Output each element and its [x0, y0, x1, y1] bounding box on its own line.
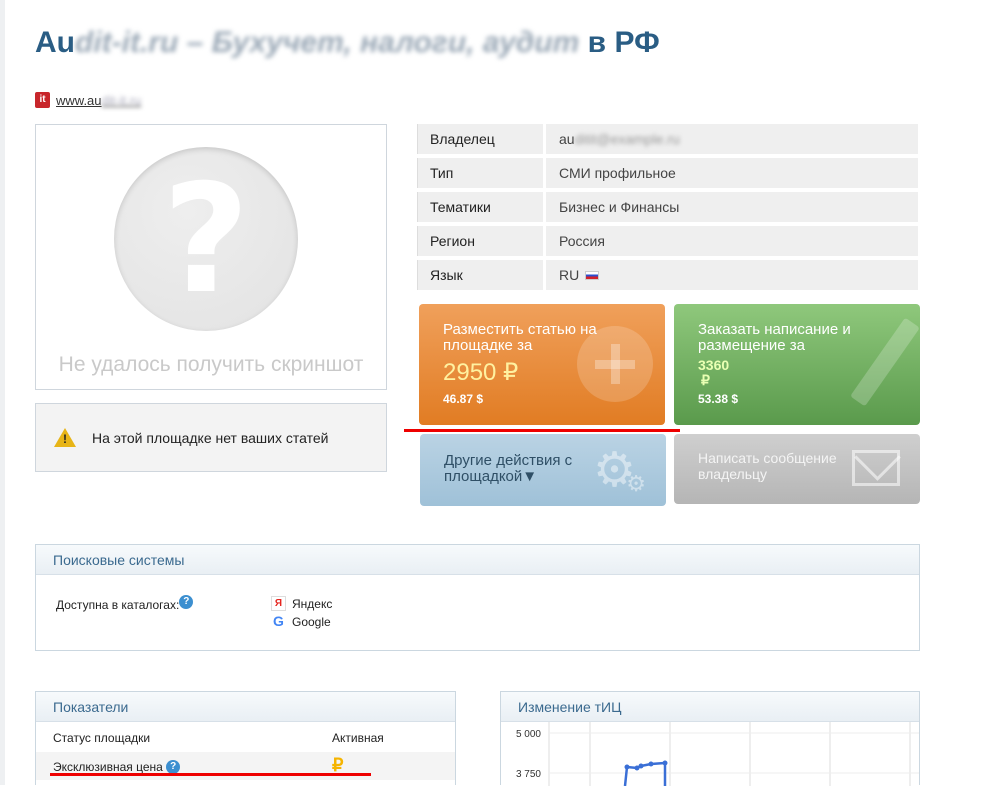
envelope-icon — [852, 450, 900, 486]
url-blurred: dit-it.ru — [101, 92, 142, 108]
y-tick-label: 3 750 — [516, 769, 541, 780]
data-point — [648, 761, 654, 767]
site-info-table: Владелец auditit@example.ru Тип СМИ проф… — [417, 124, 918, 294]
data-point — [638, 763, 644, 769]
screenshot-placeholder: ? Не удалось получить скриншот — [35, 124, 387, 390]
catalog-label: Доступна в каталогах: — [56, 598, 180, 612]
order-writing-label: Заказать написание и размещение за — [698, 321, 851, 354]
info-row-topics: Тематики Бизнес и Финансы — [417, 192, 918, 222]
tic-chart: 5 000 3 750 — [516, 722, 919, 786]
page-title: Audit-it.ru – Бухучет, налоги, аудит в Р… — [35, 26, 660, 60]
info-row-type: Тип СМИ профильное — [417, 158, 918, 188]
help-icon[interactable]: ? — [179, 595, 194, 609]
title-blurred: dit-it.ru – Бухучет, налоги, аудит — [75, 26, 580, 59]
indicators-header: Показатели — [36, 692, 455, 722]
info-key: Язык — [417, 260, 543, 290]
left-edge — [0, 0, 5, 785]
info-row-language: Язык RU — [417, 260, 918, 290]
indicator-row: Статус площадки Активная — [53, 731, 384, 745]
place-article-price: 2950 ₽ — [443, 359, 519, 386]
engine-yandex: Я Яндекс — [271, 596, 332, 611]
url-start: www.au — [56, 92, 102, 108]
order-writing-price: 3360 ₽ — [698, 357, 730, 388]
warning-icon: ! — [54, 428, 76, 447]
tic-panel: Изменение тИЦ 5 000 3 750 — [500, 691, 920, 786]
other-actions-button[interactable]: ⚙ ⚙ Другие действия с площадкой▼ — [420, 434, 666, 506]
info-value: Россия — [546, 226, 918, 256]
info-value: СМИ профильное — [546, 158, 918, 188]
site-url: it www.audit-it.ru — [35, 92, 141, 108]
catalog-row: Доступна в каталогах: ? — [56, 595, 194, 612]
google-icon: G — [273, 613, 284, 629]
title-end: в РФ — [579, 26, 660, 59]
search-engines-header: Поисковые системы — [36, 545, 919, 575]
tic-series-line — [623, 761, 667, 786]
info-value: auditit@example.ru — [546, 124, 918, 154]
info-row-region: Регион Россия — [417, 226, 918, 256]
yandex-icon: Я — [271, 596, 286, 611]
notice-box: ! На этой площадке нет ваших статей — [35, 403, 387, 472]
tic-header: Изменение тИЦ — [501, 692, 919, 722]
placeholder-circle: ? — [114, 147, 298, 331]
place-article-label: Разместить статью на площадке за — [443, 321, 597, 354]
search-engines-panel: Поисковые системы Доступна в каталогах: … — [35, 544, 920, 651]
russia-flag-icon — [585, 270, 600, 280]
other-actions-label: Другие действия с площадкой▼ — [444, 452, 573, 485]
engine-google: G Google — [271, 614, 331, 629]
highlight-underline — [404, 429, 680, 432]
title-start: Au — [35, 26, 75, 59]
info-row-owner: Владелец auditit@example.ru — [417, 124, 918, 154]
message-owner-label: Написать сообщение владельцу — [698, 450, 837, 482]
info-value: Бизнес и Финансы — [546, 192, 918, 222]
info-key: Тип — [417, 158, 543, 188]
small-gear-icon: ⚙ — [626, 472, 646, 497]
notice-text: На этой площадке нет ваших статей — [92, 429, 329, 446]
indicators-panel: Показатели Статус площадки Активная Экск… — [35, 691, 456, 785]
y-tick-label: 5 000 — [516, 729, 541, 740]
data-point — [624, 764, 630, 770]
site-logo-icon: it — [35, 92, 50, 108]
place-article-button[interactable]: Разместить статью на площадке за 2950 ₽ … — [419, 304, 665, 425]
info-key: Регион — [417, 226, 543, 256]
info-key: Владелец — [417, 124, 543, 154]
info-value: RU — [546, 260, 918, 290]
place-article-usd: 46.87 $ — [443, 392, 484, 406]
message-owner-button[interactable]: Написать сообщение владельцу — [674, 434, 920, 504]
highlight-underline — [50, 773, 371, 776]
info-key: Тематики — [417, 192, 543, 222]
help-icon[interactable]: ? — [166, 760, 181, 774]
question-icon: ? — [162, 153, 250, 327]
order-writing-usd: 53.38 $ — [698, 392, 739, 406]
order-writing-button[interactable]: Заказать написание и размещение за 3360 … — [674, 304, 920, 425]
screenshot-caption: Не удалось получить скриншот — [58, 353, 364, 376]
site-link[interactable]: www.audit-it.ru — [56, 93, 141, 108]
data-point — [662, 760, 668, 766]
